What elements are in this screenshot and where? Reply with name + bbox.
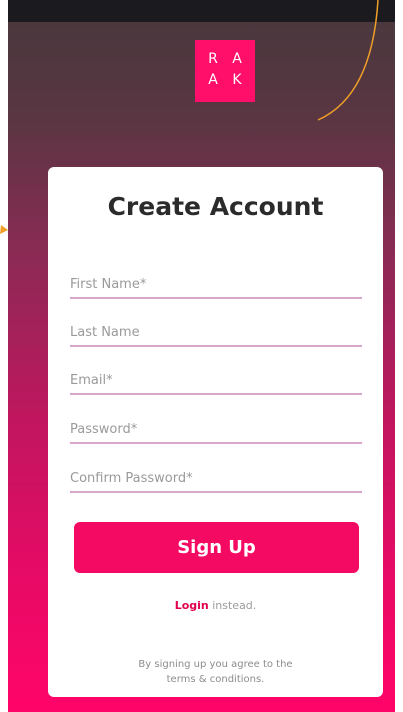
logo-letter: A [232,51,242,67]
first-name-input[interactable] [70,271,362,299]
terms-line: By signing up you agree to the [138,659,293,670]
terms-notice: By signing up you agree to the terms & c… [48,657,383,687]
login-link[interactable]: Login [175,599,209,612]
brand-logo: R A A K [195,40,255,102]
confirm-password-input[interactable] [70,465,362,493]
app-screen: R A A K Create Account Sign Up Login ins… [8,0,395,712]
last-name-input[interactable] [70,319,362,347]
email-input[interactable] [70,367,362,395]
login-prompt: Login instead. [48,599,383,612]
page-title: Create Account [107,192,324,221]
logo-letter: K [232,72,242,88]
password-input[interactable] [70,416,362,444]
logo-letter: R [208,51,218,67]
status-bar [8,0,395,22]
logo-letter: A [208,72,218,88]
signup-card: Create Account Sign Up Login instead. By… [48,167,383,697]
login-suffix-text: instead. [208,599,257,612]
terms-line: terms & conditions. [166,674,265,685]
sign-up-button[interactable]: Sign Up [74,522,359,573]
